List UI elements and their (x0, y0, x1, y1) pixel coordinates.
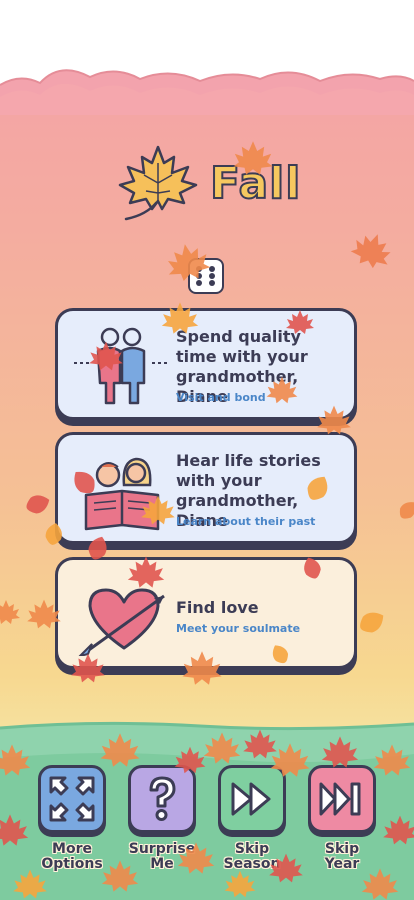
more-options-label: More Options (41, 841, 103, 872)
activity-card-find-love[interactable]: Find love Meet your soulmate (55, 557, 357, 669)
season-title: Fall (209, 157, 302, 210)
activity-card-quality-time[interactable]: Spend quality time with your grandmother… (55, 308, 357, 420)
heart-arrow-icon (78, 588, 165, 656)
card-subtitle: Learn about their past (176, 515, 316, 528)
card-subtitle: Meet your soulmate (176, 622, 301, 635)
skip-season-label: Skip Season (223, 841, 281, 872)
more-options-button[interactable] (38, 765, 106, 833)
people-embrace-icon (74, 327, 170, 405)
skip-year-label: Skip Year (324, 841, 360, 872)
activity-card-life-stories[interactable]: Hear life stories with your grandmother,… (55, 432, 357, 544)
maple-leaf-icon (118, 145, 198, 221)
cloud-border (0, 69, 414, 115)
expand-arrows-icon (49, 776, 95, 822)
fast-forward-icon (231, 782, 271, 816)
reading-book-icon (84, 457, 160, 531)
skip-year-button[interactable] (308, 765, 376, 833)
card-title: Find love (176, 598, 259, 617)
skip-season-button[interactable] (218, 765, 286, 833)
surprise-me-label: Surprise Me (128, 841, 196, 872)
skip-forward-icon (319, 782, 361, 816)
dice-icon[interactable] (188, 258, 224, 294)
question-mark-icon (149, 776, 176, 821)
card-subtitle: Visit and bond (176, 391, 266, 404)
surprise-me-button[interactable] (128, 765, 196, 833)
